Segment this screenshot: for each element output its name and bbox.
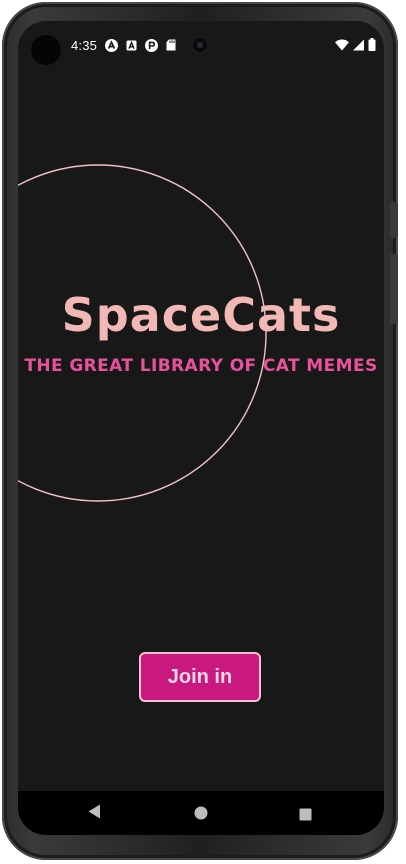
back-icon[interactable] <box>88 804 101 823</box>
app-screen: 4:35 SpaceCats THE GREAT LIBRARY OF CAT … <box>18 21 384 835</box>
phone-body: 4:35 SpaceCats THE GREAT LIBRARY OF CAT … <box>2 2 398 860</box>
device-frame: 4:35 SpaceCats THE GREAT LIBRARY OF CAT … <box>0 0 406 864</box>
app-subtitle: THE GREAT LIBRARY OF CAT MEMES <box>24 356 378 376</box>
recents-icon[interactable] <box>299 806 312 825</box>
power-button <box>390 202 398 238</box>
navigation-bar <box>18 791 384 835</box>
orbit-ring-decoration <box>18 164 267 502</box>
app-title: SpaceCats <box>61 288 341 342</box>
join-in-button[interactable]: Join in <box>139 652 261 702</box>
home-icon[interactable] <box>194 805 208 824</box>
volume-button <box>390 254 398 324</box>
